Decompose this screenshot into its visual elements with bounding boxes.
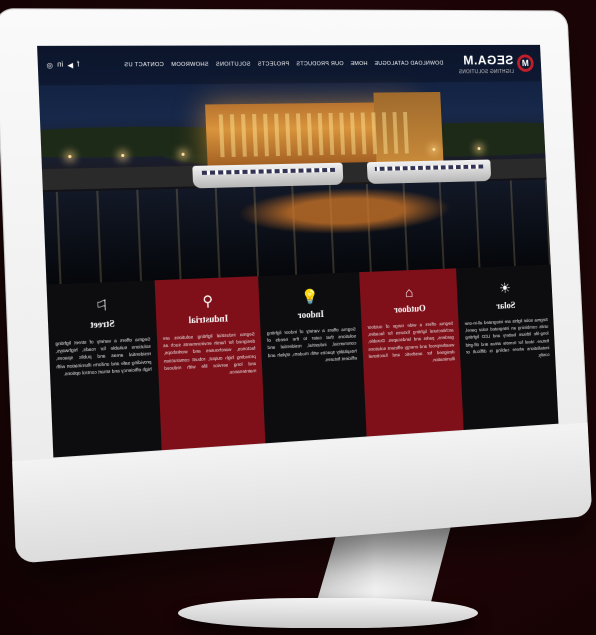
monitor-stand-base [178, 598, 478, 628]
card-industrial[interactable]: ⚲ Industrial Segma industrial lighting s… [154, 276, 265, 450]
linkedin-icon[interactable]: in [57, 61, 63, 69]
card-street[interactable]: ⚐ Street Segma offers a variety of stree… [47, 280, 162, 457]
menu-item-showroom[interactable]: SHOWROOM [171, 62, 209, 68]
menu-item-contact-us[interactable]: CONTACT US [124, 62, 164, 68]
logo-mark-icon: M [517, 54, 534, 71]
menu-item-our-products[interactable]: OUR PRODUCTS [296, 61, 344, 67]
site-header: M SEGA.M LIGHTING SOLUTIONS DOWNLOAD CAT… [37, 45, 542, 86]
street-light [432, 148, 435, 151]
street-light [68, 155, 71, 158]
card-title: Street [54, 317, 149, 332]
card-indoor[interactable]: 💡 Indoor Segma offers a variety of indoo… [258, 272, 366, 443]
card-title: Solar [464, 299, 548, 313]
card-solar[interactable]: ☀ Solar Segma solar lights are integrate… [456, 265, 558, 430]
street-light [478, 147, 481, 150]
solar-icon: ☀ [463, 278, 547, 298]
monitor: M SEGA.M LIGHTING SOLUTIONS DOWNLOAD CAT… [0, 8, 592, 564]
card-description: Segma industrial lighting solutions are … [163, 330, 257, 379]
website: M SEGA.M LIGHTING SOLUTIONS DOWNLOAD CAT… [37, 45, 558, 458]
card-description: Segma offers a variety of indoor lightin… [267, 325, 357, 366]
card-description: Segma solar lights are integrated all-in… [465, 316, 550, 363]
youtube-icon[interactable]: ▶ [67, 61, 73, 69]
site-logo[interactable]: M SEGA.M LIGHTING SOLUTIONS [458, 52, 534, 76]
logo-tagline: LIGHTING SOLUTIONS [459, 69, 514, 75]
solution-cards: ☀ Solar Segma solar lights are integrate… [47, 265, 559, 458]
monitor-screen: M SEGA.M LIGHTING SOLUTIONS DOWNLOAD CAT… [37, 45, 558, 458]
riverboat [367, 160, 491, 185]
palace-windows [212, 112, 409, 157]
card-description: Segma offers a wide range of outdoor arc… [367, 320, 455, 367]
main-menu: DOWNLOAD CATALOGUE HOME OUR PRODUCTS PRO… [124, 61, 444, 69]
card-title: Outdoor [366, 302, 452, 316]
logo-name: SEGA.M [463, 53, 514, 68]
street-light [181, 153, 184, 156]
street-light [121, 154, 124, 157]
bulb-icon: 💡 [265, 286, 355, 307]
hero-palace [205, 102, 415, 168]
menu-item-download-catalogue[interactable]: DOWNLOAD CATALOGUE [374, 61, 443, 67]
industrial-lamp-icon: ⚲ [161, 291, 254, 312]
facebook-icon[interactable]: f [77, 61, 79, 69]
card-outdoor[interactable]: ⌂ Outdoor Segma offers a wide range of o… [359, 268, 464, 436]
card-title: Industrial [162, 312, 254, 327]
card-title: Indoor [266, 307, 355, 321]
social-links: f ▶ in ◎ [46, 61, 79, 69]
instagram-icon[interactable]: ◎ [46, 61, 53, 69]
menu-item-solutions[interactable]: SOLUTIONS [216, 62, 251, 68]
street-lamp-icon: ⚐ [54, 295, 150, 317]
imac-mockup: M SEGA.M LIGHTING SOLUTIONS DOWNLOAD CAT… [0, 0, 596, 635]
menu-item-home[interactable]: HOME [350, 61, 367, 67]
outdoor-lamp-icon: ⌂ [365, 282, 452, 302]
logo-text: SEGA.M LIGHTING SOLUTIONS [458, 52, 514, 76]
menu-item-projects[interactable]: PROJECTS [257, 61, 289, 67]
card-description: Segma offers a variety of street lightin… [55, 335, 152, 378]
